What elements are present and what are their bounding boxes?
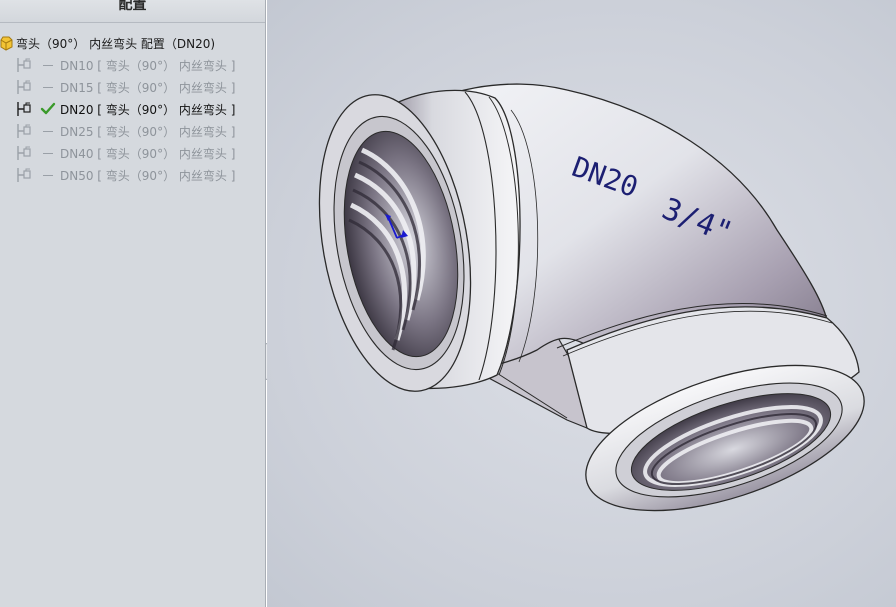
config-connector-icon	[17, 146, 31, 160]
config-item[interactable]: DN40 [ 弯头（90°） 内丝弯头 ]	[16, 144, 235, 162]
config-item-label: DN20 [ 弯头（90°） 内丝弯头 ]	[60, 102, 236, 117]
config-item-label: DN50 [ 弯头（90°） 内丝弯头 ]	[60, 168, 236, 183]
config-connector-icon	[17, 58, 31, 72]
config-connector-icon	[17, 168, 31, 182]
config-tree-root[interactable]: 弯头（90°） 内丝弯头 配置（DN20)	[0, 34, 215, 52]
config-item-label: DN15 [ 弯头（90°） 内丝弯头 ]	[60, 80, 236, 95]
inactive-dash-icon	[40, 146, 56, 160]
config-connector-icon	[17, 102, 31, 116]
inactive-dash-icon	[40, 80, 56, 94]
panel-title: 配置	[118, 0, 147, 13]
config-item[interactable]: DN25 [ 弯头（90°） 内丝弯头 ]	[16, 122, 235, 140]
config-item[interactable]: DN15 [ 弯头（90°） 内丝弯头 ]	[16, 78, 235, 96]
inactive-dash-icon	[40, 124, 56, 138]
panel-header: 配置	[0, 0, 265, 23]
config-item-label: DN40 [ 弯头（90°） 内丝弯头 ]	[60, 146, 236, 161]
config-item-label: DN25 [ 弯头（90°） 内丝弯头 ]	[60, 124, 236, 139]
elbow-model-view[interactable]: DN20 3/4"	[267, 0, 896, 607]
part-config-icon	[0, 36, 13, 51]
active-check-icon	[40, 102, 56, 116]
config-item[interactable]: DN20 [ 弯头（90°） 内丝弯头 ]	[16, 100, 235, 118]
inactive-dash-icon	[40, 168, 56, 182]
config-item[interactable]: DN50 [ 弯头（90°） 内丝弯头 ]	[16, 166, 235, 184]
config-tree-root-label: 弯头（90°） 内丝弯头 配置（DN20)	[16, 36, 216, 51]
config-item-label: DN10 [ 弯头（90°） 内丝弯头 ]	[60, 58, 236, 73]
config-connector-icon	[17, 124, 31, 138]
graphics-viewport[interactable]: DN20 3/4"	[267, 0, 896, 607]
inactive-dash-icon	[40, 58, 56, 72]
configuration-manager-panel: 配置 弯头（90°） 内丝弯头 配置（DN20) DN10 [ 弯头（90°） …	[0, 0, 266, 607]
config-item[interactable]: DN10 [ 弯头（90°） 内丝弯头 ]	[16, 56, 235, 74]
config-connector-icon	[17, 80, 31, 94]
